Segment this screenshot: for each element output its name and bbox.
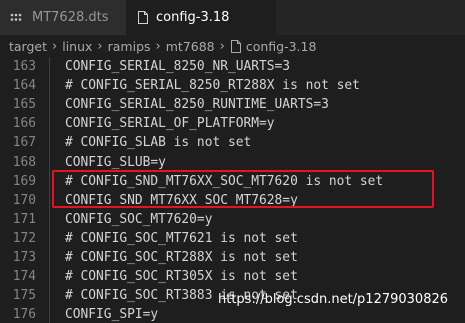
code-line[interactable]: 171 CONFIG_SOC_MT7620=y bbox=[0, 210, 465, 229]
code-line[interactable]: 168 CONFIG_SLUB=y bbox=[0, 153, 465, 172]
breadcrumb-item-mt7688[interactable]: mt7688 bbox=[166, 39, 215, 54]
code-text: CONFIG_SOC_MT7620=y bbox=[65, 211, 213, 227]
code-line[interactable]: 172 # CONFIG_SOC_MT7621 is not set bbox=[0, 229, 465, 248]
line-number: 168 bbox=[12, 154, 36, 170]
line-number: 174 bbox=[12, 269, 36, 285]
code-text: CONFIG_SERIAL_8250_RUNTIME_UARTS=3 bbox=[65, 97, 329, 113]
code-line[interactable]: 167 # CONFIG_SLAB is not set bbox=[0, 133, 465, 152]
breadcrumb-item-target[interactable]: target bbox=[9, 39, 47, 54]
code-line[interactable]: 164 # CONFIG_SERIAL_8250_RT288X is not se… bbox=[0, 76, 465, 95]
code-text: # CONFIG_SLAB is not set bbox=[65, 135, 252, 151]
chevron-right-icon: › bbox=[219, 38, 225, 54]
code-text: CONFIG_SPI=y bbox=[65, 307, 159, 323]
dots-icon bbox=[9, 11, 23, 25]
code-text: # CONFIG_SOC_RT288X is not set bbox=[65, 250, 298, 265]
chevron-right-icon: › bbox=[155, 38, 161, 54]
line-number: 163 bbox=[12, 59, 36, 74]
tab-label: MT7628.dts bbox=[32, 10, 109, 25]
code-line[interactable]: 163 CONFIG_SERIAL_8250_NR_UARTS=3 bbox=[0, 57, 465, 76]
code-text: # CONFIG_SERIAL_8250_RT288X is not set bbox=[65, 78, 360, 94]
code-text: CONFIG_SERIAL_OF_PLATFORM=y bbox=[65, 116, 275, 132]
code-line[interactable]: 173 # CONFIG_SOC_RT288X is not set bbox=[0, 248, 465, 267]
line-number: 173 bbox=[12, 250, 36, 265]
line-number: 164 bbox=[12, 78, 36, 94]
code-line[interactable]: 165 CONFIG_SERIAL_8250_RUNTIME_UARTS=3 bbox=[0, 95, 465, 114]
breadcrumb-item-config-3-18[interactable]: config-3.18 bbox=[246, 39, 317, 54]
code-line[interactable]: 176 CONFIG_SPI=y bbox=[0, 305, 465, 323]
code-text: CONFIG_SERIAL_8250_NR_UARTS=3 bbox=[65, 59, 291, 74]
line-number: 171 bbox=[12, 211, 36, 227]
chevron-right-icon: › bbox=[52, 38, 58, 54]
file-icon bbox=[138, 11, 148, 24]
line-number: 170 bbox=[12, 192, 36, 208]
code-editor[interactable]: 163 CONFIG_SERIAL_8250_NR_UARTS=3 164 # CON… bbox=[0, 57, 465, 323]
tab-bar: MT7628.dts config-3.18 bbox=[0, 0, 465, 35]
tab-mt7628-dts[interactable]: MT7628.dts bbox=[0, 0, 126, 35]
tab-config-3-18[interactable]: config-3.18 bbox=[126, 0, 276, 35]
line-number: 166 bbox=[12, 116, 36, 132]
breadcrumb: target › linux › ramips › mt7688 › confi… bbox=[0, 35, 465, 57]
line-number: 169 bbox=[12, 173, 36, 189]
code-text: # CONFIG_SOC_RT305X is not set bbox=[65, 269, 298, 285]
code-line[interactable]: 174 # CONFIG_SOC_RT305X is not set bbox=[0, 267, 465, 286]
breadcrumb-item-linux[interactable]: linux bbox=[62, 39, 92, 54]
code-line[interactable]: 166 CONFIG_SERIAL_OF_PLATFORM=y bbox=[0, 114, 465, 133]
line-number: 165 bbox=[12, 97, 36, 113]
code-text: # CONFIG_SOC_MT7621 is not set bbox=[65, 230, 298, 246]
tab-label: config-3.18 bbox=[156, 10, 230, 25]
line-number: 172 bbox=[12, 230, 36, 246]
chevron-right-icon: › bbox=[97, 38, 103, 54]
line-number: 167 bbox=[12, 135, 36, 151]
line-number: 175 bbox=[12, 288, 36, 304]
breadcrumb-item-ramips[interactable]: ramips bbox=[108, 39, 151, 54]
watermark: https://blog.csdn.net/p1279030826 bbox=[218, 292, 449, 307]
line-number: 176 bbox=[12, 307, 36, 323]
highlight-annotation-box bbox=[52, 170, 434, 208]
file-icon bbox=[230, 39, 241, 53]
code-text: CONFIG_SLUB=y bbox=[65, 154, 166, 170]
